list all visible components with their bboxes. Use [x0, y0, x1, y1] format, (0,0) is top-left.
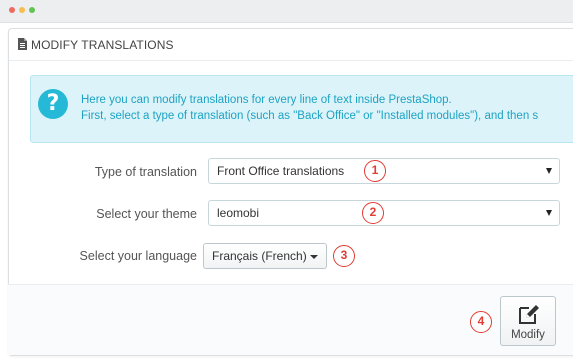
question-icon: ? — [38, 89, 68, 119]
type-of-translation-value: Front Office translations — [217, 164, 345, 178]
modify-button[interactable]: Modify — [500, 296, 556, 346]
panel-title: MODIFY TRANSLATIONS — [31, 38, 174, 52]
close-dot-icon[interactable] — [9, 7, 15, 13]
dropdown-arrow-icon — [546, 168, 552, 174]
language-value: Français (French) — [212, 249, 307, 263]
modify-button-label: Modify — [511, 329, 545, 341]
minimize-dot-icon[interactable] — [19, 7, 25, 13]
caret-down-icon — [310, 255, 318, 259]
theme-value: leomobi — [217, 206, 260, 220]
maximize-dot-icon[interactable] — [29, 7, 35, 13]
step-marker-2: 2 — [362, 202, 384, 224]
select-language-label: Select your language — [79, 249, 197, 263]
theme-select[interactable]: leomobi — [208, 200, 560, 226]
info-alert: ? Here you can modify translations for e… — [30, 75, 573, 143]
step-marker-3: 3 — [333, 245, 355, 267]
select-theme-label: Select your theme — [96, 207, 197, 221]
edit-icon — [519, 305, 539, 324]
dropdown-arrow-icon — [546, 210, 552, 216]
window-titlebar — [0, 0, 573, 23]
step-marker-1: 1 — [364, 160, 386, 182]
alert-text-line-2: First, select a type of translation (suc… — [81, 110, 539, 122]
panel-heading: MODIFY TRANSLATIONS — [9, 29, 573, 61]
step-marker-4: 4 — [470, 311, 492, 333]
document-icon — [18, 38, 27, 50]
language-dropdown-button[interactable]: Français (French) — [203, 243, 327, 269]
type-of-translation-label: Type of translation — [94, 165, 197, 179]
alert-text-line-1: Here you can modify translations for eve… — [81, 94, 452, 106]
